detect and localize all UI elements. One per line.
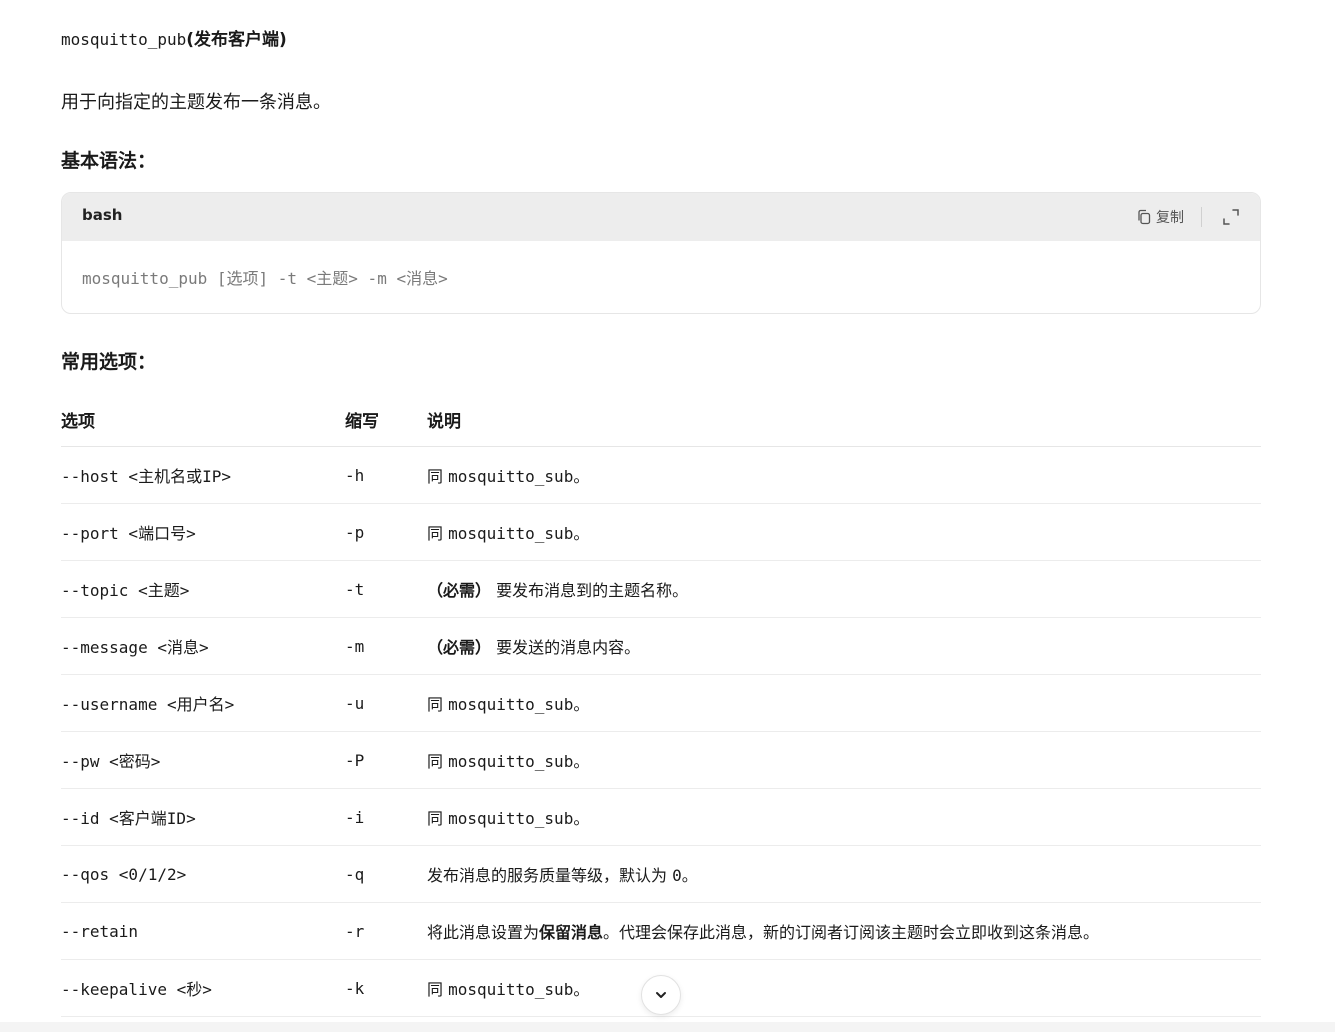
code-block: bash 复制 mosquitto_pub [选项] -t <主题> -m <消… (61, 192, 1261, 314)
option-name: --username <用户名> (61, 674, 345, 732)
title-label: 发布客户端 (194, 30, 280, 50)
title-paren-close: ) (279, 30, 287, 50)
option-name: --topic <主题> (61, 560, 345, 618)
option-name: --qos <0/1/2> (61, 845, 345, 903)
option-name: --pw <密码> (61, 731, 345, 789)
table-row: --host <主机名或IP> -h 同 mosquitto_sub。 (61, 446, 1261, 504)
table-row: --topic <主题> -t （必需） 要发布消息到的主题名称。 (61, 560, 1261, 618)
command-name: mosquitto_pub (61, 30, 187, 49)
syntax-heading: 基本语法： (61, 150, 157, 172)
copy-label: 复制 (1156, 210, 1184, 226)
option-short: -p (345, 503, 427, 561)
option-desc: 同 mosquitto_sub。 (427, 788, 1261, 846)
option-short: -k (345, 959, 427, 1017)
code-content: mosquitto_pub [选项] -t <主题> -m <消息> (82, 269, 448, 288)
bottom-fade (0, 1022, 1335, 1032)
option-desc: 同 mosquitto_sub。 (427, 731, 1261, 789)
option-desc: 将此消息设置为保留消息。代理会保存此消息，新的订阅者订阅该主题时会立即收到这条消… (427, 902, 1261, 960)
option-name: --id <客户端ID> (61, 788, 345, 846)
option-short: -t (345, 560, 427, 618)
options-heading: 常用选项： (61, 351, 157, 373)
section-title: mosquitto_pub(发布客户端) (61, 28, 287, 52)
option-short: -i (345, 788, 427, 846)
option-name: --host <主机名或IP> (61, 446, 345, 504)
copy-button[interactable]: 复制 (1136, 207, 1184, 227)
option-name: --message <消息> (61, 617, 345, 675)
option-name: --port <端口号> (61, 503, 345, 561)
option-short: -r (345, 902, 427, 960)
table-row: --qos <0/1/2> -q 发布消息的服务质量等级，默认为 0。 (61, 845, 1261, 903)
option-name: --keepalive <秒> (61, 959, 345, 1017)
option-desc: （必需） 要发送的消息内容。 (427, 617, 1261, 675)
table-header-row: 选项 缩写 说明 (61, 392, 1261, 447)
option-short: -P (345, 731, 427, 789)
column-header-option: 选项 (61, 392, 345, 447)
copy-icon (1138, 209, 1151, 225)
toolbar-divider (1201, 207, 1202, 227)
option-desc: 同 mosquitto_sub。 (427, 446, 1261, 504)
option-short: -q (345, 845, 427, 903)
table-row: --id <客户端ID> -i 同 mosquitto_sub。 (61, 788, 1261, 846)
table-row: --retain -r 将此消息设置为保留消息。代理会保存此消息，新的订阅者订阅… (61, 902, 1261, 960)
expand-icon[interactable] (1222, 208, 1240, 226)
scroll-down-button[interactable] (641, 975, 681, 1015)
chevron-down-icon (656, 992, 666, 998)
option-desc: 同 mosquitto_sub。 (427, 959, 1261, 1017)
title-paren-open: ( (186, 30, 195, 50)
intro-text: 用于向指定的主题发布一条消息。 (61, 92, 331, 113)
option-desc: 发布消息的服务质量等级，默认为 0。 (427, 845, 1261, 903)
option-desc: 同 mosquitto_sub。 (427, 503, 1261, 561)
table-row: --username <用户名> -u 同 mosquitto_sub。 (61, 674, 1261, 732)
column-header-desc: 说明 (427, 392, 1261, 447)
option-short: -u (345, 674, 427, 732)
table-row: --pw <密码> -P 同 mosquitto_sub。 (61, 731, 1261, 789)
option-desc: 同 mosquitto_sub。 (427, 674, 1261, 732)
option-short: -h (345, 446, 427, 504)
table-row: --port <端口号> -p 同 mosquitto_sub。 (61, 503, 1261, 561)
options-table: 选项 缩写 说明 --host <主机名或IP> -h 同 mosquitto_… (61, 392, 1261, 1017)
code-header: bash 复制 (62, 193, 1260, 241)
column-header-short: 缩写 (345, 392, 427, 447)
option-short: -m (345, 617, 427, 675)
option-desc: （必需） 要发布消息到的主题名称。 (427, 560, 1261, 618)
option-name: --retain (61, 902, 345, 960)
code-language: bash (82, 206, 123, 224)
table-row: --message <消息> -m （必需） 要发送的消息内容。 (61, 617, 1261, 675)
